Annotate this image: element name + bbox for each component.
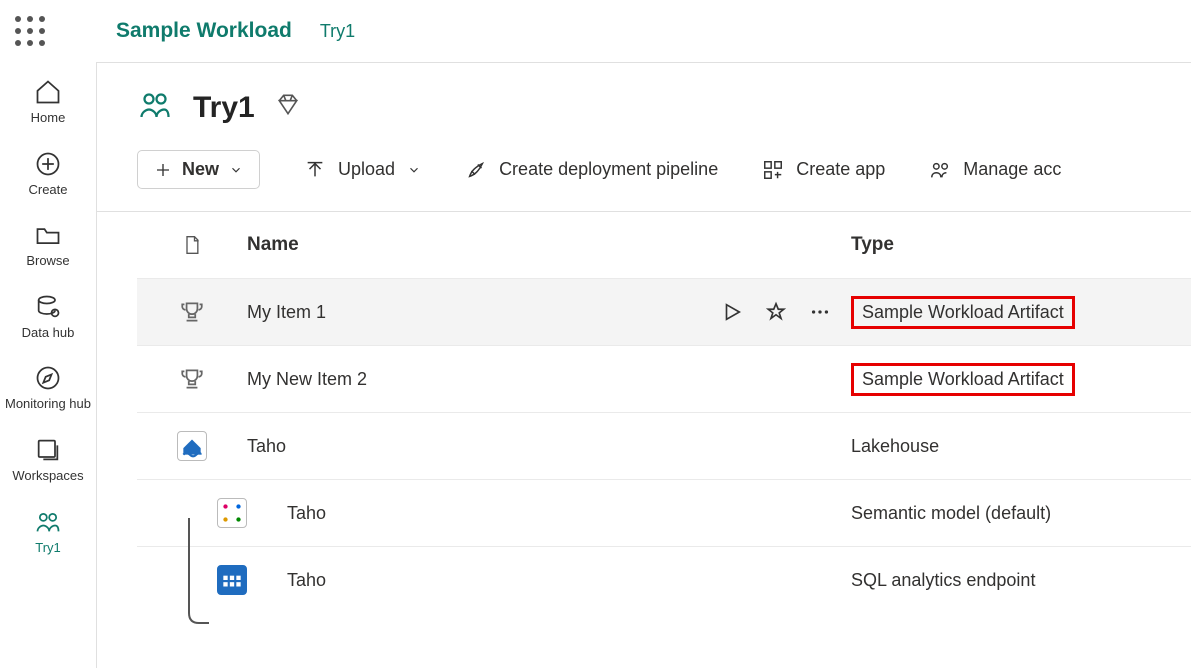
left-nav: Home Create Browse Data hub [0,62,96,668]
nav-create-label: Create [28,182,67,198]
item-icon [137,299,247,325]
waffle-icon [12,13,48,49]
nav-datahub-label: Data hub [22,325,75,341]
more-icon[interactable] [809,301,831,323]
nav-create[interactable]: Create [0,150,96,198]
item-type: Semantic model (default) [851,503,1191,524]
workspace-name: Try1 [193,91,255,125]
item-icon [137,498,247,528]
item-name[interactable]: My New Item 2 [247,369,671,390]
manage-label: Manage acc [963,159,1061,180]
product-name[interactable]: Sample Workload [116,19,292,43]
folder-icon [34,221,62,249]
list-header: Name Type [137,212,1191,278]
home-icon [34,78,62,106]
list-row[interactable]: Taho SQL analytics endpoint [137,546,1191,613]
nav-monitoring[interactable]: Monitoring hub [0,364,96,412]
create-icon [34,150,62,178]
people-icon [929,159,951,181]
play-icon[interactable] [721,301,743,323]
nav-datahub[interactable]: Data hub [0,293,96,341]
item-icon [137,431,247,461]
semantic-model-icon [217,498,247,528]
column-name[interactable]: Name [247,234,671,256]
file-icon [182,234,202,256]
list-row[interactable]: Taho Semantic model (default) [137,479,1191,546]
rocket-icon [465,159,487,181]
database-icon [34,293,62,321]
workspace-header: Try1 [97,63,1191,128]
item-icon [137,565,247,595]
create-app-button[interactable]: Create app [762,159,885,181]
column-type[interactable]: Type [851,234,1191,256]
upload-icon [304,159,326,181]
list-row[interactable]: My Item 1 Sample Workload Artifact [137,278,1191,345]
chevron-down-icon [229,163,243,177]
people-icon [34,508,62,536]
item-type: SQL analytics endpoint [851,570,1191,591]
nav-workspaces[interactable]: Workspaces [0,436,96,484]
breadcrumb-workspace[interactable]: Try1 [320,21,355,42]
lakehouse-icon [177,431,207,461]
compass-icon [34,364,62,392]
item-name[interactable]: My Item 1 [247,302,671,323]
nav-home-label: Home [31,110,66,126]
nav-current-workspace[interactable]: Try1 [0,508,96,556]
item-name[interactable]: Taho [247,436,671,457]
item-name[interactable]: Taho [247,503,671,524]
nav-monitoring-label: Monitoring hub [5,396,91,412]
deploy-label: Create deployment pipeline [499,159,718,180]
plus-icon [154,161,172,179]
nav-current-label: Try1 [35,540,61,556]
premium-diamond-icon[interactable] [275,92,301,123]
upload-label: Upload [338,159,395,180]
list-row[interactable]: My New Item 2 Sample Workload Artifact [137,345,1191,412]
item-type: Sample Workload Artifact [851,296,1191,329]
workspaces-icon [34,436,62,464]
new-button[interactable]: New [137,150,260,189]
trophy-icon [179,299,205,325]
item-type: Sample Workload Artifact [851,363,1191,396]
trophy-icon [179,366,205,392]
workspace-toolbar: New Upload Create deployment pipeline Cr… [97,128,1191,212]
top-bar: Sample Workload Try1 [0,0,1191,62]
nav-home[interactable]: Home [0,78,96,126]
nav-workspaces-label: Workspaces [12,468,83,484]
app-launcher-button[interactable] [12,13,48,49]
item-icon [137,366,247,392]
sql-endpoint-icon [217,565,247,595]
chevron-down-icon [407,163,421,177]
item-name[interactable]: Taho [247,570,671,591]
create-pipeline-button[interactable]: Create deployment pipeline [465,159,718,181]
app-icon [762,159,784,181]
upload-button[interactable]: Upload [304,159,421,181]
nav-browse[interactable]: Browse [0,221,96,269]
item-list: Name Type My Item 1 Sample Workload [97,212,1191,668]
list-row[interactable]: Taho Lakehouse [137,412,1191,479]
new-button-label: New [182,159,219,180]
column-icon[interactable] [137,234,247,256]
main-content: Try1 New Upload C [96,62,1191,668]
workspace-icon [137,87,173,128]
createapp-label: Create app [796,159,885,180]
nav-browse-label: Browse [26,253,69,269]
item-type: Lakehouse [851,436,1191,457]
star-icon[interactable] [765,301,787,323]
manage-access-button[interactable]: Manage acc [929,159,1061,181]
